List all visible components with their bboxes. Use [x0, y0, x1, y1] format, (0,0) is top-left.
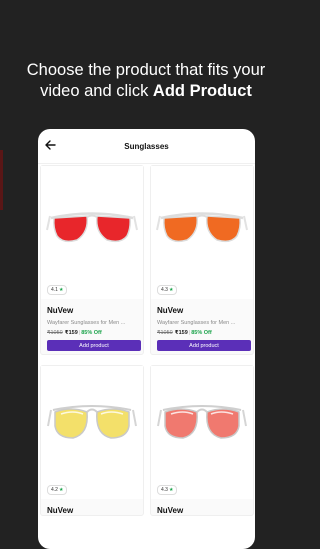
headline-line-2: video and click Add Product — [0, 81, 292, 102]
sale-price: ₹159 — [174, 330, 188, 336]
sale-price: ₹159 — [64, 330, 78, 336]
product-brand: NuVew — [157, 506, 184, 515]
screen-title: Sunglasses — [124, 142, 169, 151]
star-icon: ★ — [58, 487, 64, 493]
rating-value: 4.3 — [161, 287, 168, 293]
product-brand: NuVew — [47, 306, 74, 315]
product-card[interactable]: 4.3★ NuVew — [150, 365, 254, 516]
rating-value: 4.2 — [51, 487, 58, 493]
rating-badge: 4.1★ — [47, 285, 68, 295]
discount-label: 85% Off — [191, 330, 212, 336]
sunglasses-icon — [157, 405, 247, 439]
star-icon: ★ — [58, 287, 64, 293]
product-brand: NuVew — [47, 506, 74, 515]
phone-screen: Sunglasses 4.1★ NuVew Wayfarer Sunglasse… — [38, 129, 255, 549]
add-product-button[interactable]: Add product — [157, 340, 251, 351]
star-icon: ★ — [168, 287, 174, 293]
original-price: ₹1050 — [157, 330, 173, 336]
price-row: ₹1050 ₹159|85% Off — [157, 330, 247, 336]
screen-top-bar: Sunglasses — [38, 129, 255, 164]
product-brand: NuVew — [157, 306, 184, 315]
product-card[interactable]: 4.2★ NuVew — [40, 365, 144, 516]
add-product-button[interactable]: Add product — [47, 340, 141, 351]
sunglasses-icon — [46, 212, 138, 243]
product-image: 4.3★ — [151, 366, 253, 499]
instruction-headline: Choose the product that fits your video … — [0, 60, 292, 102]
rating-badge: 4.3★ — [157, 285, 178, 295]
headline-line-1: Choose the product that fits your — [26, 61, 266, 79]
sunglasses-icon — [47, 405, 137, 439]
product-image: 4.2★ — [41, 366, 143, 499]
product-card[interactable]: 4.3★ NuVew Wayfarer Sunglasses for Men .… — [150, 165, 254, 355]
original-price: ₹1050 — [47, 330, 63, 336]
rating-value: 4.3 — [161, 487, 168, 493]
star-icon: ★ — [168, 487, 174, 493]
price-separator: | — [78, 330, 81, 336]
headline-line-2-prefix: video and click — [40, 82, 153, 100]
product-name: Wayfarer Sunglasses for Men ... — [47, 320, 126, 326]
product-image: 4.3★ — [151, 166, 253, 299]
price-separator: | — [188, 330, 191, 336]
discount-label: 85% Off — [81, 330, 102, 336]
rating-value: 4.1 — [51, 287, 58, 293]
price-row: ₹1050 ₹159|85% Off — [47, 330, 137, 336]
left-edge-accent — [0, 150, 3, 210]
headline-add-product-text: Add Product — [152, 82, 252, 100]
product-name: Wayfarer Sunglasses for Men ... — [157, 320, 236, 326]
rating-badge: 4.2★ — [47, 485, 68, 495]
rating-badge: 4.3★ — [157, 485, 178, 495]
product-card[interactable]: 4.1★ NuVew Wayfarer Sunglasses for Men .… — [40, 165, 144, 355]
sunglasses-icon — [156, 212, 248, 243]
product-image: 4.1★ — [41, 166, 143, 299]
